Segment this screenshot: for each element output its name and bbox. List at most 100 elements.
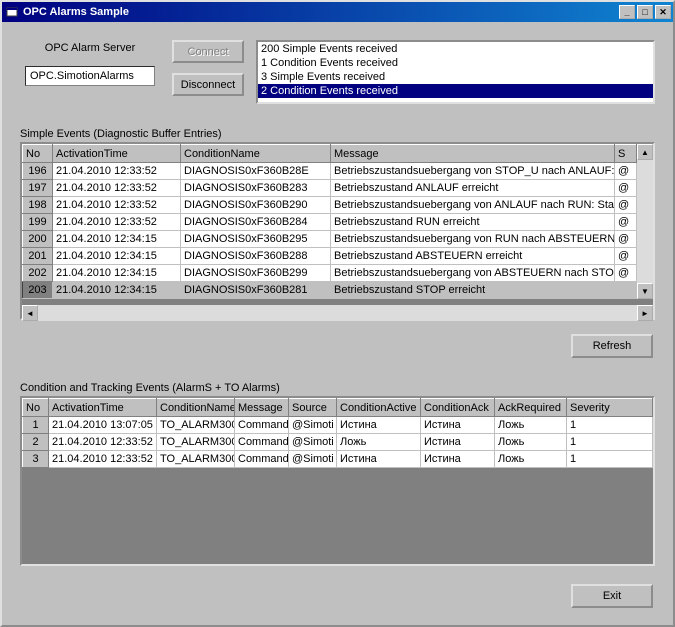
cell: Command: [235, 434, 289, 451]
cell: @: [615, 265, 637, 282]
cell: 3: [23, 451, 49, 468]
cell: 21.04.2010 12:33:52: [53, 197, 181, 214]
condition-events-label: Condition and Tracking Events (AlarmS + …: [20, 382, 655, 394]
cell: @Simoti: [289, 417, 337, 434]
col-condition[interactable]: ConditionName: [181, 145, 331, 163]
c-col-active[interactable]: ConditionActive: [337, 399, 421, 417]
table-row[interactable]: 19921.04.2010 12:33:52DIAGNOSIS0xF360B28…: [23, 214, 637, 231]
table-row[interactable]: 121.04.2010 13:07:05TO_ALARM300(Command@…: [23, 417, 653, 434]
exit-button[interactable]: Exit: [571, 584, 653, 608]
scroll-up-icon[interactable]: ▲: [637, 144, 653, 160]
cell: Истина: [337, 417, 421, 434]
minimize-button[interactable]: _: [619, 5, 635, 19]
cell: 200: [23, 231, 53, 248]
cell: Betriebszustandsuebergang von RUN nach A…: [331, 231, 615, 248]
cell: TO_ALARM300(: [157, 451, 235, 468]
table-row[interactable]: 20121.04.2010 12:34:15DIAGNOSIS0xF360B28…: [23, 248, 637, 265]
col-message[interactable]: Message: [331, 145, 615, 163]
close-button[interactable]: ✕: [655, 5, 671, 19]
cell: 202: [23, 265, 53, 282]
cell: DIAGNOSIS0xF360B283: [181, 180, 331, 197]
cell: 21.04.2010 12:34:15: [53, 282, 181, 299]
cell: DIAGNOSIS0xF360B288: [181, 248, 331, 265]
connect-button[interactable]: Connect: [172, 40, 244, 63]
cell: 21.04.2010 12:33:52: [53, 180, 181, 197]
client-area: OPC Alarm Server Connect Disconnect 200 …: [2, 22, 673, 625]
cell: Истина: [421, 451, 495, 468]
col-s[interactable]: S: [615, 145, 637, 163]
cell: 2: [23, 434, 49, 451]
cell: DIAGNOSIS0xF360B295: [181, 231, 331, 248]
cell: Command: [235, 451, 289, 468]
c-col-source[interactable]: Source: [289, 399, 337, 417]
maximize-button[interactable]: □: [637, 5, 653, 19]
cell: Истина: [421, 434, 495, 451]
c-col-message[interactable]: Message: [235, 399, 289, 417]
cell: @: [615, 163, 637, 180]
table-row[interactable]: 19821.04.2010 12:33:52DIAGNOSIS0xF360B29…: [23, 197, 637, 214]
col-no[interactable]: No: [23, 145, 53, 163]
cell: 1: [23, 417, 49, 434]
cell: @: [615, 214, 637, 231]
cell: 21.04.2010 12:33:52: [49, 451, 157, 468]
cell: 1: [567, 451, 653, 468]
app-icon: [5, 5, 19, 19]
c-col-no[interactable]: No: [23, 399, 49, 417]
table-row[interactable]: 20021.04.2010 12:34:15DIAGNOSIS0xF360B29…: [23, 231, 637, 248]
refresh-button[interactable]: Refresh: [571, 334, 653, 358]
cell: Betriebszustand STOP erreicht: [331, 282, 615, 299]
cell: DIAGNOSIS0xF360B28E: [181, 163, 331, 180]
simple-vertical-scrollbar[interactable]: ▲ ▼: [637, 144, 653, 299]
scroll-right-icon[interactable]: ►: [637, 305, 653, 321]
c-col-activation[interactable]: ActivationTime: [49, 399, 157, 417]
disconnect-button[interactable]: Disconnect: [172, 73, 244, 96]
cell: @: [615, 231, 637, 248]
scroll-down-icon[interactable]: ▼: [637, 283, 653, 299]
event-log-item[interactable]: 3 Simple Events received: [258, 70, 653, 84]
cell: Betriebszustandsuebergang von STOP_U nac…: [331, 163, 615, 180]
cell: 21.04.2010 12:33:52: [53, 163, 181, 180]
window-title: OPC Alarms Sample: [23, 6, 617, 18]
simple-events-grid[interactable]: No ActivationTime ConditionName Message …: [20, 142, 655, 320]
cell: 198: [23, 197, 53, 214]
cell: Betriebszustandsuebergang von ABSTEUERN …: [331, 265, 615, 282]
event-log-item[interactable]: 1 Condition Events received: [258, 56, 653, 70]
table-row[interactable]: 19721.04.2010 12:33:52DIAGNOSIS0xF360B28…: [23, 180, 637, 197]
c-col-severity[interactable]: Severity: [567, 399, 653, 417]
cell: 196: [23, 163, 53, 180]
cell: 1: [567, 434, 653, 451]
condition-events-grid[interactable]: No ActivationTime ConditionName Message …: [20, 396, 655, 566]
cell: @Simoti: [289, 451, 337, 468]
cell: Betriebszustand ANLAUF erreicht: [331, 180, 615, 197]
cell: Betriebszustandsuebergang von ANLAUF nac…: [331, 197, 615, 214]
cell: DIAGNOSIS0xF360B299: [181, 265, 331, 282]
event-log-item[interactable]: 200 Simple Events received: [258, 42, 653, 56]
server-input[interactable]: [25, 66, 155, 86]
cell: @: [615, 180, 637, 197]
cell: Ложь: [495, 451, 567, 468]
c-col-condition[interactable]: ConditionName: [157, 399, 235, 417]
table-row[interactable]: 19621.04.2010 12:33:52DIAGNOSIS0xF360B28…: [23, 163, 637, 180]
scroll-left-icon[interactable]: ◄: [22, 305, 38, 321]
cell: Ложь: [495, 434, 567, 451]
cell: DIAGNOSIS0xF360B281: [181, 282, 331, 299]
titlebar[interactable]: OPC Alarms Sample _ □ ✕: [2, 2, 673, 22]
cell: DIAGNOSIS0xF360B284: [181, 214, 331, 231]
event-log-item[interactable]: 2 Condition Events received: [258, 84, 653, 98]
table-row[interactable]: 20221.04.2010 12:34:15DIAGNOSIS0xF360B29…: [23, 265, 637, 282]
cell: Betriebszustand RUN erreicht: [331, 214, 615, 231]
cell: DIAGNOSIS0xF360B290: [181, 197, 331, 214]
c-col-ackreq[interactable]: AckRequired: [495, 399, 567, 417]
c-col-ack[interactable]: ConditionAck: [421, 399, 495, 417]
cell: TO_ALARM300(: [157, 434, 235, 451]
table-row[interactable]: 221.04.2010 12:33:52TO_ALARM300(Command@…: [23, 434, 653, 451]
cell: 21.04.2010 12:34:15: [53, 231, 181, 248]
table-row[interactable]: 321.04.2010 12:33:52TO_ALARM300(Command@…: [23, 451, 653, 468]
cell: Ложь: [337, 434, 421, 451]
col-activation[interactable]: ActivationTime: [53, 145, 181, 163]
cell: 21.04.2010 12:33:52: [49, 434, 157, 451]
cell: @Simoti: [289, 434, 337, 451]
event-log-listbox[interactable]: 200 Simple Events received1 Condition Ev…: [256, 40, 655, 104]
table-row[interactable]: 20321.04.2010 12:34:15DIAGNOSIS0xF360B28…: [23, 282, 637, 299]
simple-horizontal-scrollbar[interactable]: ◄ ►: [22, 305, 653, 321]
